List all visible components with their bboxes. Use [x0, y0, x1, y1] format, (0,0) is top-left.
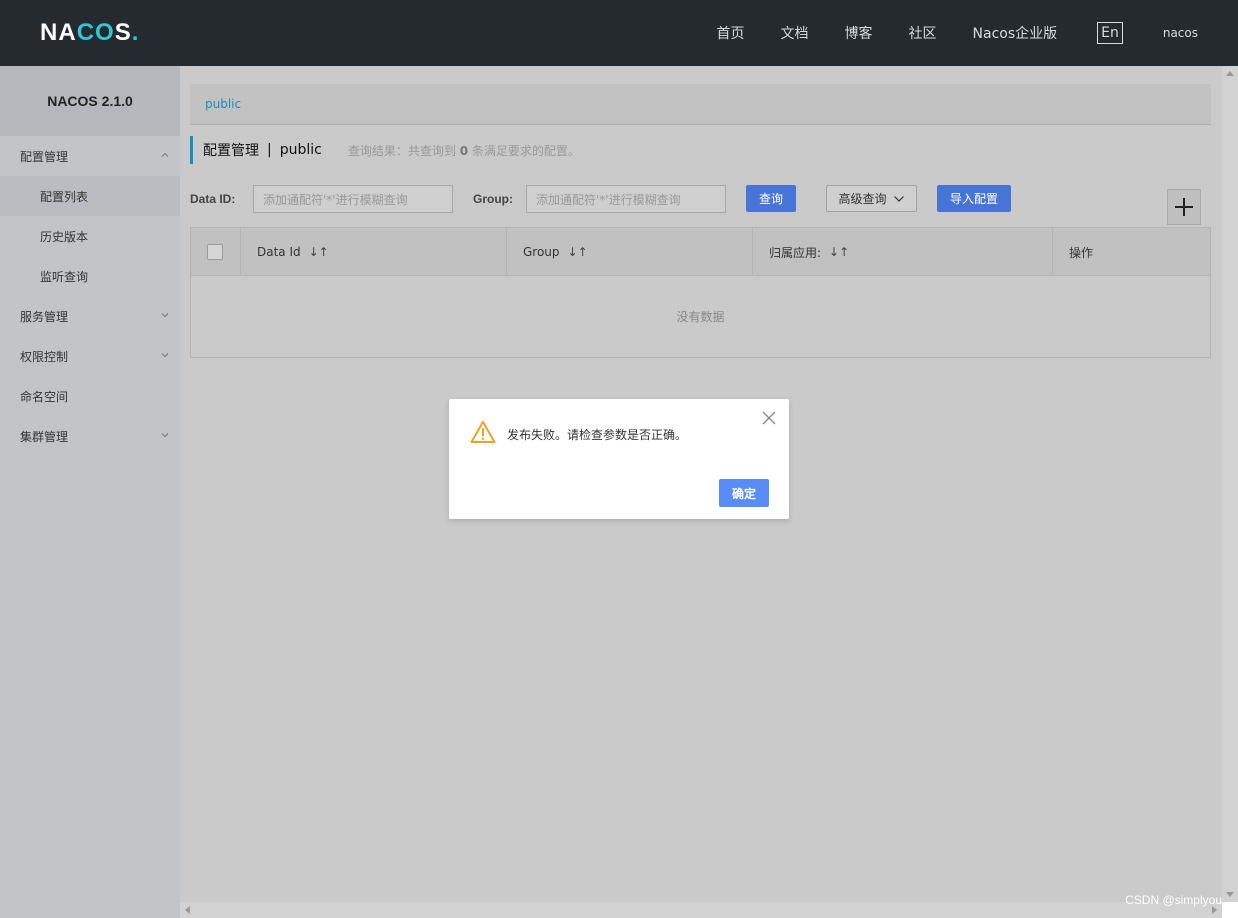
sidebar-item-label: 监听查询 [40, 269, 89, 284]
advanced-query-label: 高级查询 [838, 192, 887, 206]
dialog-ok-button[interactable]: 确定 [719, 479, 769, 507]
column-header-dataid[interactable]: Data Id ↓↑ [241, 228, 507, 276]
group-input[interactable]: 添加通配符'*'进行模糊查询 [526, 185, 726, 213]
column-header-group[interactable]: Group ↓↑ [507, 228, 753, 276]
namespace-link-public[interactable]: public [205, 97, 241, 111]
sidebar-item-namespace[interactable]: 命名空间 [0, 376, 180, 416]
table-header: Data Id ↓↑ Group ↓↑ 归属应用: ↓↑ 操作 [191, 228, 1210, 276]
warning-icon [470, 421, 496, 443]
sidebar-item-label: 服务管理 [20, 309, 69, 324]
query-button[interactable]: 查询 [746, 185, 796, 212]
logo-letter: C [76, 19, 96, 46]
chevron-up-icon [161, 152, 169, 157]
sidebar-item-label: 集群管理 [20, 429, 69, 444]
column-label: Data Id [257, 245, 301, 259]
logo-letter: S [114, 19, 132, 46]
column-header-actions: 操作 [1053, 228, 1210, 276]
group-label: Group: [473, 192, 513, 206]
column-header-app[interactable]: 归属应用: ↓↑ [753, 228, 1053, 276]
chevron-down-icon [161, 433, 169, 438]
sidebar-title: NACOS 2.1.0 [0, 66, 180, 136]
language-toggle[interactable]: En [1097, 22, 1123, 44]
sidebar-item-service-management[interactable]: 服务管理 [0, 296, 180, 336]
sidebar-item-config-list[interactable]: 配置列表 [0, 176, 180, 216]
sidebar-item-access-control[interactable]: 权限控制 [0, 336, 180, 376]
column-label: 操作 [1069, 245, 1094, 260]
chevron-down-icon [893, 195, 904, 202]
dataid-input[interactable]: 添加通配符'*'进行模糊查询 [253, 185, 453, 213]
error-dialog: 发布失败。请检查参数是否正确。 确定 [449, 399, 789, 519]
config-table: Data Id ↓↑ Group ↓↑ 归属应用: ↓↑ 操作 没有数据 [190, 227, 1211, 358]
nacos-logo[interactable]: NACOS. [40, 18, 139, 48]
sort-icon[interactable]: ↓↑ [568, 245, 588, 259]
dataid-label: Data ID: [190, 192, 236, 206]
watermark: CSDN @simplyou [1125, 893, 1222, 907]
page-heading: 配置管理 | public 查询结果：共查询到 0 条满足要求的配置。 [190, 136, 580, 164]
vertical-scrollbar[interactable] [1222, 66, 1238, 902]
column-label: 归属应用: [769, 245, 822, 260]
sidebar-item-label: 配置列表 [40, 189, 89, 204]
advanced-query-button[interactable]: 高级查询 [826, 185, 917, 212]
namespace-bar: public [190, 84, 1211, 125]
nav-blog[interactable]: 博客 [845, 23, 873, 43]
nav-home[interactable]: 首页 [717, 23, 745, 43]
sidebar-item-label: 配置管理 [20, 149, 69, 164]
sidebar-item-config-management[interactable]: 配置管理 [0, 136, 180, 176]
logo-letter: A [58, 19, 77, 46]
nav-docs[interactable]: 文档 [781, 23, 809, 43]
scroll-right-icon[interactable] [1212, 906, 1217, 914]
query-result-text: 查询结果：共查询到 0 条满足要求的配置。 [348, 142, 580, 159]
sidebar-item-listener-query[interactable]: 监听查询 [0, 256, 180, 296]
user-name[interactable]: nacos [1163, 26, 1198, 40]
result-suffix: 条满足要求的配置。 [471, 143, 580, 158]
sidebar-item-label: 权限控制 [20, 349, 69, 364]
import-config-button[interactable]: 导入配置 [937, 185, 1011, 212]
select-all-checkbox[interactable] [207, 244, 223, 260]
heading-separator: | [267, 142, 272, 158]
dialog-message: 发布失败。请检查参数是否正确。 [507, 428, 688, 442]
sidebar-item-cluster-management[interactable]: 集群管理 [0, 416, 180, 456]
chevron-down-icon [161, 353, 169, 358]
logo-letter: N [40, 19, 59, 46]
add-config-button[interactable] [1167, 189, 1201, 225]
sidebar-item-history[interactable]: 历史版本 [0, 216, 180, 256]
logo-dot: . [131, 19, 140, 46]
select-all-cell [191, 228, 241, 276]
page-title: 配置管理 [203, 143, 259, 159]
sidebar-item-label: 命名空间 [20, 389, 69, 404]
sidebar-item-label: 历史版本 [40, 229, 89, 244]
scroll-up-icon[interactable] [1226, 71, 1234, 76]
top-nav: 首页 文档 博客 社区 Nacos企业版 En nacos [681, 0, 1198, 66]
plus-icon [1175, 198, 1193, 216]
chevron-down-icon [161, 313, 169, 318]
result-count: 0 [459, 143, 469, 158]
close-icon[interactable] [762, 411, 776, 425]
heading-namespace: public [279, 142, 322, 158]
nav-community[interactable]: 社区 [909, 23, 937, 43]
scroll-left-icon[interactable] [185, 906, 190, 914]
top-header: NACOS. 首页 文档 博客 社区 Nacos企业版 En nacos [0, 0, 1238, 66]
table-empty-state: 没有数据 [676, 310, 725, 324]
sort-icon[interactable]: ↓↑ [309, 245, 329, 259]
logo-letter: O [95, 19, 115, 46]
result-prefix: 查询结果：共查询到 [347, 143, 456, 158]
sort-icon[interactable]: ↓↑ [829, 245, 849, 259]
column-label: Group [523, 245, 560, 259]
scroll-down-icon[interactable] [1226, 892, 1234, 897]
horizontal-scrollbar[interactable] [180, 902, 1222, 918]
sidebar: NACOS 2.1.0 配置管理 配置列表 历史版本 监听查询 服务管理 权限控… [0, 66, 180, 918]
nav-enterprise[interactable]: Nacos企业版 [973, 23, 1058, 43]
